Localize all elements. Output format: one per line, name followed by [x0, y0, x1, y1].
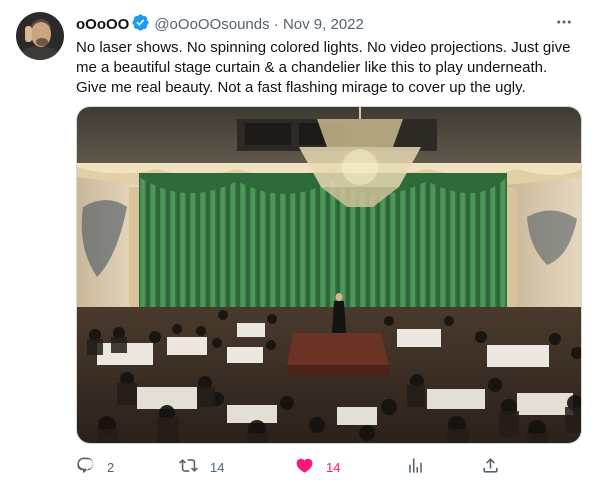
verified-badge-icon: [131, 13, 150, 38]
display-name[interactable]: oOoOO: [76, 16, 129, 33]
more-icon[interactable]: [554, 13, 574, 33]
separator-dot: ·: [273, 16, 279, 33]
share-button[interactable]: [481, 455, 500, 479]
tweet-actions: 2 14 14: [76, 455, 516, 479]
avatar-image: [16, 12, 64, 60]
tweet-text-line: me a beautiful stage curtain & a chandel…: [76, 59, 548, 76]
views-icon: [406, 456, 425, 478]
avatar[interactable]: [16, 12, 64, 60]
like-button[interactable]: 14: [295, 455, 340, 479]
ballroom-stage-photo: [77, 107, 581, 443]
reply-count: 2: [107, 459, 115, 475]
retweet-button[interactable]: 14: [179, 455, 224, 479]
share-icon: [481, 456, 500, 478]
reply-icon: [76, 456, 95, 478]
views-button[interactable]: [406, 455, 425, 479]
tweet: oOoOO @oOoOOsounds · Nov 9, 2022 No laser…: [0, 0, 598, 488]
tweet-date[interactable]: Nov 9, 2022: [283, 16, 364, 33]
reply-button[interactable]: 2: [76, 455, 114, 479]
retweet-count: 14: [210, 459, 225, 475]
tweet-photo[interactable]: [76, 106, 582, 444]
tweet-text-line: Give me real beauty. Not a fast flashing…: [76, 79, 526, 96]
retweet-icon: [179, 456, 198, 478]
like-count: 14: [326, 459, 341, 475]
user-handle[interactable]: @oOoOOsounds: [154, 16, 269, 33]
tweet-text: No laser shows. No spinning colored ligh…: [76, 38, 576, 98]
heart-icon: [295, 456, 314, 478]
tweet-header: oOoOO @oOoOOsounds · Nov 9, 2022: [76, 13, 586, 33]
tweet-text-line: No laser shows. No spinning colored ligh…: [76, 39, 571, 56]
